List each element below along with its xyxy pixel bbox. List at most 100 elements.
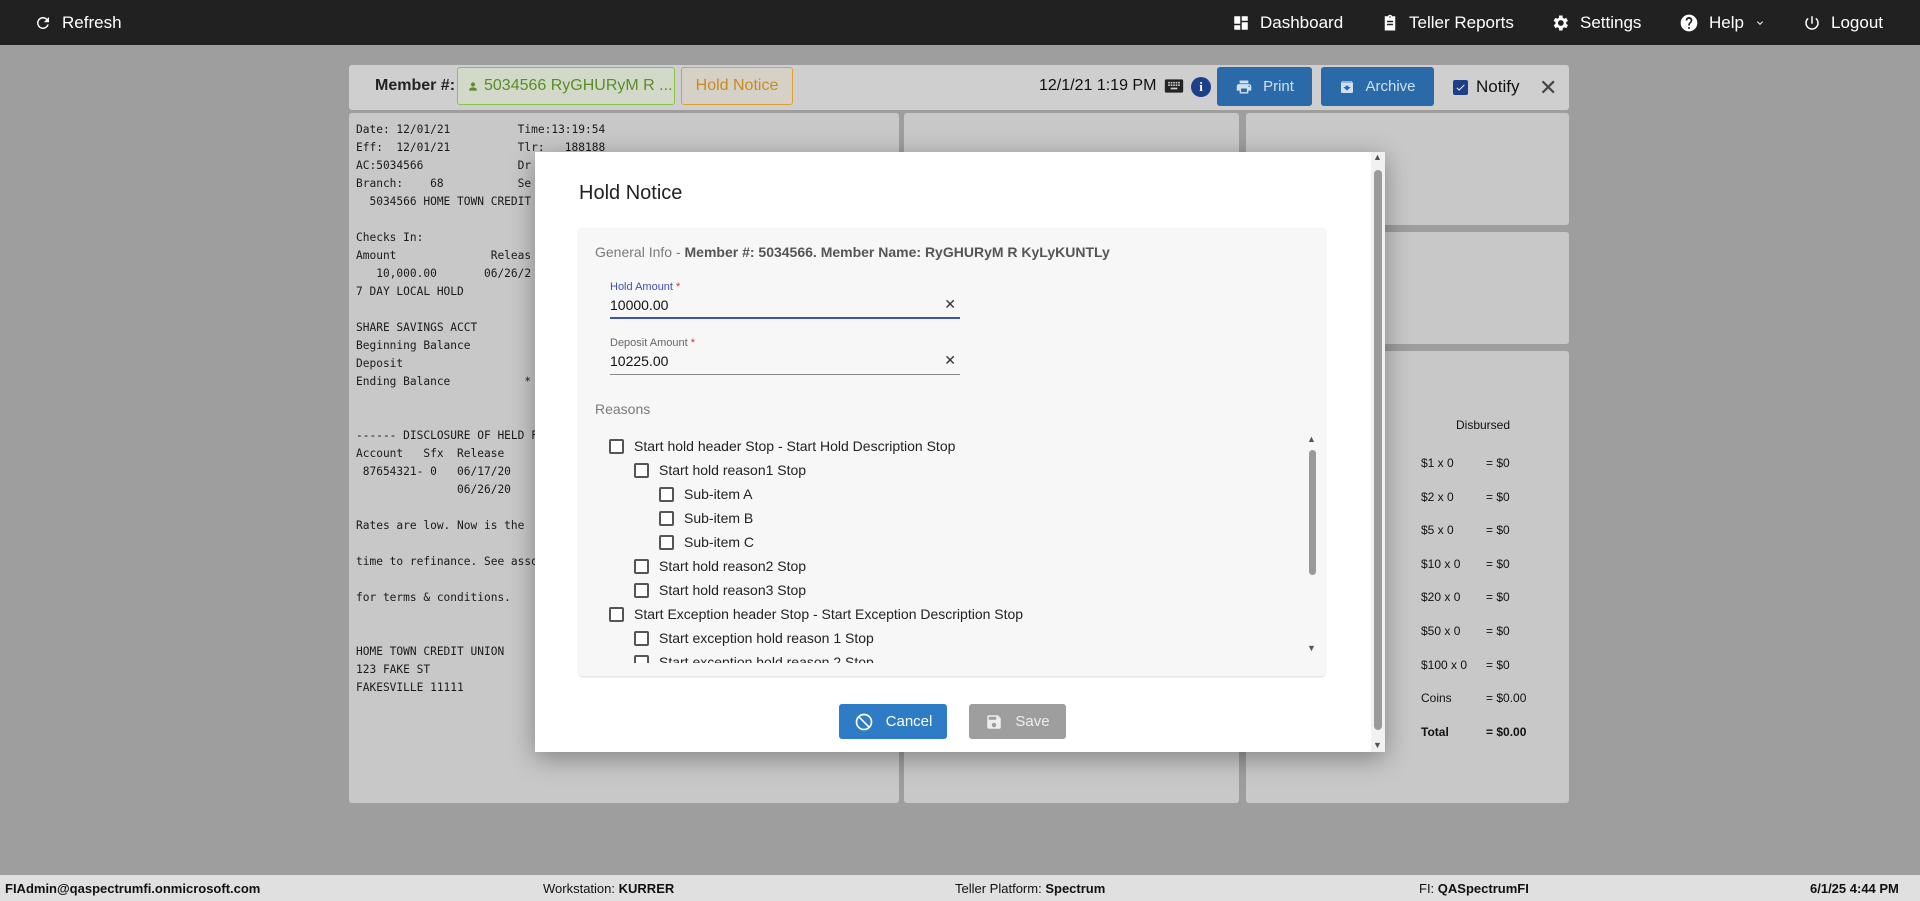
cash-denomination: Coins: [1421, 691, 1452, 706]
cash-amount: = $0: [1486, 456, 1510, 470]
reason-label: Start exception hold reason 1 Stop: [659, 630, 874, 646]
close-icon[interactable]: ✕: [1539, 75, 1557, 101]
reason-checkbox-item[interactable]: Start exception hold reason 2 Stop: [634, 654, 874, 663]
reason-label: Start hold header Stop - Start Hold Desc…: [634, 438, 956, 454]
nav-dashboard-label: Dashboard: [1260, 12, 1344, 32]
nav-help[interactable]: Help: [1679, 0, 1766, 45]
transaction-toolbar: Member #: 5034566 RyGHURyM R ... Hold No…: [349, 65, 1569, 110]
info-icon[interactable]: i: [1191, 77, 1211, 97]
deposit-amount-input[interactable]: [610, 349, 930, 373]
clear-deposit-amount-icon[interactable]: ✕: [944, 352, 956, 369]
general-info-detail: Member #: 5034566. Member Name: RyGHURyM…: [684, 244, 1110, 260]
checkbox-icon[interactable]: [634, 558, 649, 574]
hold-notice-form: General Info - Member #: 5034566. Member…: [579, 228, 1325, 676]
reason-checkbox-item[interactable]: Sub-item A: [659, 486, 752, 502]
top-navbar: Refresh Dashboard Teller Reports Setting…: [0, 0, 1920, 45]
clear-hold-amount-icon[interactable]: ✕: [944, 296, 956, 313]
save-icon: [987, 714, 1002, 729]
cash-denomination: Total: [1421, 724, 1449, 739]
hold-notice-chip[interactable]: Hold Notice: [681, 67, 793, 105]
footer-teller-platform: Teller Platform: Spectrum: [955, 881, 1106, 896]
dialog-scroll-thumb[interactable]: [1374, 170, 1382, 730]
checkbox-icon[interactable]: [609, 438, 624, 454]
cash-denomination: $2 x 0: [1421, 489, 1454, 504]
checkbox-icon[interactable]: [609, 606, 624, 622]
cash-denomination: $50 x 0: [1421, 624, 1461, 638]
notify-checkbox[interactable]: Notify: [1453, 77, 1519, 97]
cash-amount: = $0: [1486, 489, 1510, 504]
cash-denomination: $1 x 0: [1421, 456, 1454, 470]
reason-checkbox-item[interactable]: Start hold reason2 Stop: [634, 558, 806, 574]
nav-logout[interactable]: Logout: [1803, 0, 1883, 45]
refresh-icon: [36, 16, 49, 29]
reason-checkbox-item[interactable]: Sub-item C: [659, 534, 754, 550]
archive-icon: [1341, 80, 1354, 93]
print-button[interactable]: Print: [1217, 67, 1312, 106]
printer-icon: [1236, 79, 1252, 94]
clipboard-icon: [1384, 14, 1396, 30]
refresh-button[interactable]: Refresh: [34, 0, 122, 45]
cash-amount: = $0: [1486, 523, 1510, 538]
cash-denomination: $100 x 0: [1421, 657, 1468, 672]
nav-settings-label: Settings: [1580, 12, 1642, 32]
nav-help-label: Help: [1709, 12, 1744, 32]
general-info-label: General Info -: [595, 244, 685, 260]
reason-checkbox-item[interactable]: Start hold reason1 Stop: [634, 462, 806, 478]
reason-checkbox-item[interactable]: Start Exception header Stop - Start Exce…: [609, 606, 1023, 622]
chevron-down-icon: [1756, 20, 1763, 25]
checkbox-icon[interactable]: [634, 630, 649, 646]
scroll-up-icon[interactable]: ▲: [1307, 434, 1316, 444]
cash-amount: = $0: [1486, 590, 1510, 605]
member-label: Member #:: [375, 77, 456, 94]
cash-amount: = $0.00: [1486, 691, 1527, 706]
nav-teller-reports[interactable]: Teller Reports: [1381, 0, 1514, 45]
notify-label: Notify: [1476, 77, 1520, 96]
dialog-scroll-down-icon[interactable]: ▼: [1373, 740, 1382, 750]
cash-amount: = $0: [1486, 624, 1510, 638]
notify-check-icon: [1453, 79, 1468, 95]
reason-checkbox-item[interactable]: Sub-item B: [659, 510, 753, 526]
archive-button[interactable]: Archive: [1321, 67, 1434, 106]
checkbox-icon[interactable]: [659, 486, 674, 502]
gear-icon: [1553, 15, 1568, 30]
reason-label: Start exception hold reason 2 Stop: [659, 654, 874, 663]
hold-amount-input[interactable]: [610, 293, 930, 317]
reason-label: Sub-item A: [684, 486, 753, 502]
checkbox-icon[interactable]: [634, 582, 649, 598]
save-button[interactable]: Save: [969, 704, 1066, 739]
member-chip[interactable]: 5034566 RyGHURyM R ...: [457, 67, 675, 105]
cash-denomination: $20 x 0: [1421, 590, 1461, 605]
scroll-down-icon[interactable]: ▼: [1307, 643, 1316, 653]
reason-label: Sub-item C: [684, 534, 755, 550]
nav-settings[interactable]: Settings: [1550, 0, 1641, 45]
reason-label: Start hold reason3 Stop: [659, 582, 807, 598]
nav-dashboard[interactable]: Dashboard: [1232, 0, 1343, 45]
deposit-amount-field: Deposit Amount * ✕: [610, 337, 960, 375]
checkbox-icon[interactable]: [634, 654, 649, 663]
reason-checkbox-item[interactable]: Start hold reason3 Stop: [634, 582, 806, 598]
keyboard-icon[interactable]: [1164, 78, 1184, 94]
reasons-scrollbar[interactable]: ▲ ▼: [1307, 434, 1319, 658]
print-label: Print: [1263, 78, 1294, 95]
save-label: Save: [1015, 713, 1050, 730]
cancel-icon: [855, 713, 872, 730]
reason-checkbox-item[interactable]: Start hold header Stop - Start Hold Desc…: [609, 438, 955, 454]
checkbox-icon[interactable]: [659, 510, 674, 526]
cash-denomination: $5 x 0: [1421, 523, 1454, 538]
general-info: General Info - Member #: 5034566. Member…: [595, 244, 1110, 260]
dashboard-icon: [1234, 15, 1248, 30]
dialog-scroll-up-icon[interactable]: ▲: [1373, 152, 1382, 162]
cancel-button[interactable]: Cancel: [839, 704, 947, 739]
hold-amount-field: Hold Amount * ✕: [610, 281, 960, 319]
footer-workstation: Workstation: KURRER: [543, 881, 675, 896]
checkbox-icon[interactable]: [634, 462, 649, 478]
hold-amount-label: Hold Amount *: [610, 281, 681, 293]
checkbox-icon[interactable]: [659, 534, 674, 550]
transaction-datetime: 12/1/21 1:19 PM: [1039, 77, 1157, 94]
receipt-line: Date: 12/01/21 Time:13:19:54: [356, 123, 606, 136]
reason-checkbox-item[interactable]: Start exception hold reason 1 Stop: [634, 630, 874, 646]
reasons-scroll-thumb[interactable]: [1309, 450, 1316, 575]
reason-label: Sub-item B: [684, 510, 754, 526]
dialog-scrollbar[interactable]: ▲ ▼: [1371, 152, 1385, 752]
disbursed-header: Disbursed: [1456, 418, 1511, 432]
